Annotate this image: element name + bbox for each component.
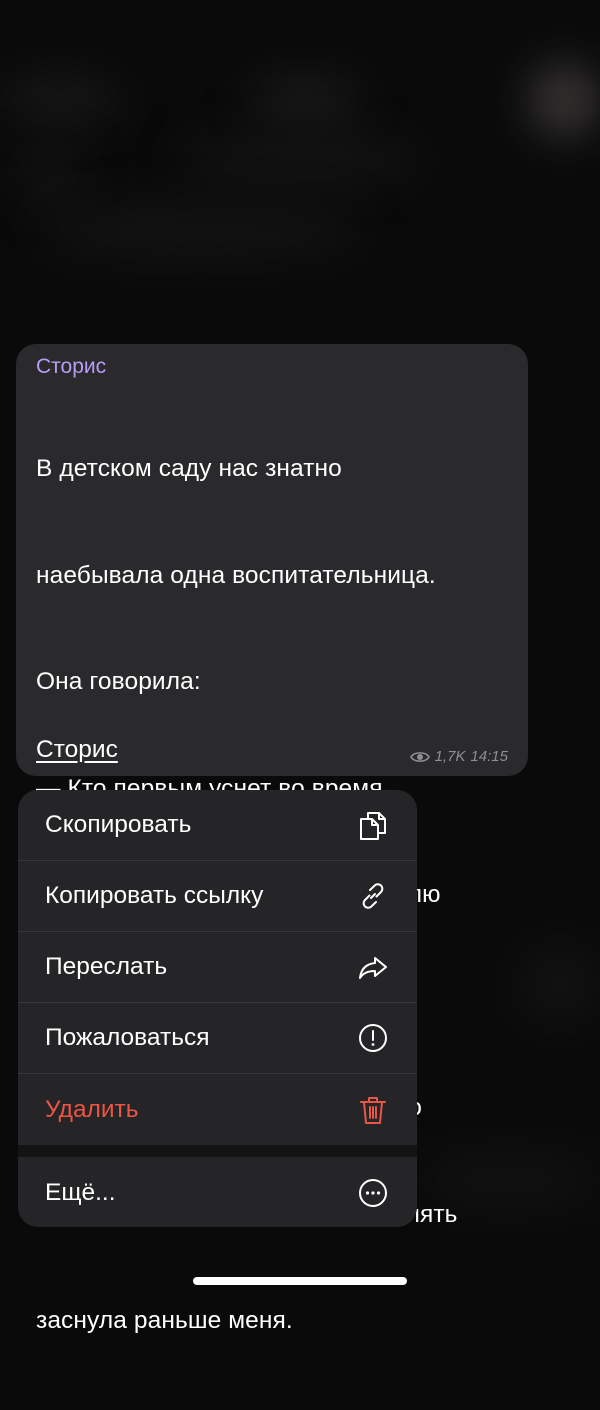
eye-icon (409, 750, 430, 764)
menu-item-copy-link[interactable]: Копировать ссылку (18, 861, 417, 932)
trash-icon (357, 1094, 389, 1126)
copy-icon (357, 809, 389, 841)
menu-item-label: Копировать ссылку (45, 882, 264, 909)
forward-icon (357, 951, 389, 983)
message-meta: 1,7K 14:15 (409, 748, 508, 765)
link-icon (357, 880, 389, 912)
menu-item-more[interactable]: Ещё... (18, 1157, 417, 1227)
menu-item-label: Ещё... (45, 1178, 116, 1206)
menu-item-label: Скопировать (45, 811, 192, 838)
menu-item-delete[interactable]: Удалить (18, 1074, 417, 1145)
message-time: 14:15 (470, 748, 508, 765)
message-line: заснула раньше меня. (36, 1307, 293, 1334)
menu-separator (18, 1145, 417, 1157)
channel-link[interactable]: Сторис (36, 736, 118, 764)
menu-item-forward[interactable]: Переслать (18, 932, 417, 1003)
menu-item-label: Переслать (45, 953, 168, 980)
message-bubble[interactable]: Сторис В детском саду нас знатно наебыва… (16, 344, 528, 1334)
channel-name[interactable]: Сторис (36, 354, 508, 380)
views-count: 1,7K (434, 748, 466, 765)
menu-item-copy[interactable]: Скопировать (18, 790, 417, 861)
report-icon (357, 1022, 389, 1054)
message-line: Она говорила: (36, 668, 201, 695)
more-icon (357, 1177, 389, 1209)
menu-item-label: Пожаловаться (45, 1024, 210, 1051)
menu-item-label: Удалить (45, 1095, 139, 1123)
message-line: В детском саду нас знатно (36, 455, 342, 482)
home-indicator[interactable] (193, 1277, 407, 1285)
context-menu: Скопировать Копировать ссылку Переслать (18, 790, 417, 1227)
message-line: наебывала одна воспитательница. (36, 561, 436, 589)
menu-item-report[interactable]: Пожаловаться (18, 1003, 417, 1074)
